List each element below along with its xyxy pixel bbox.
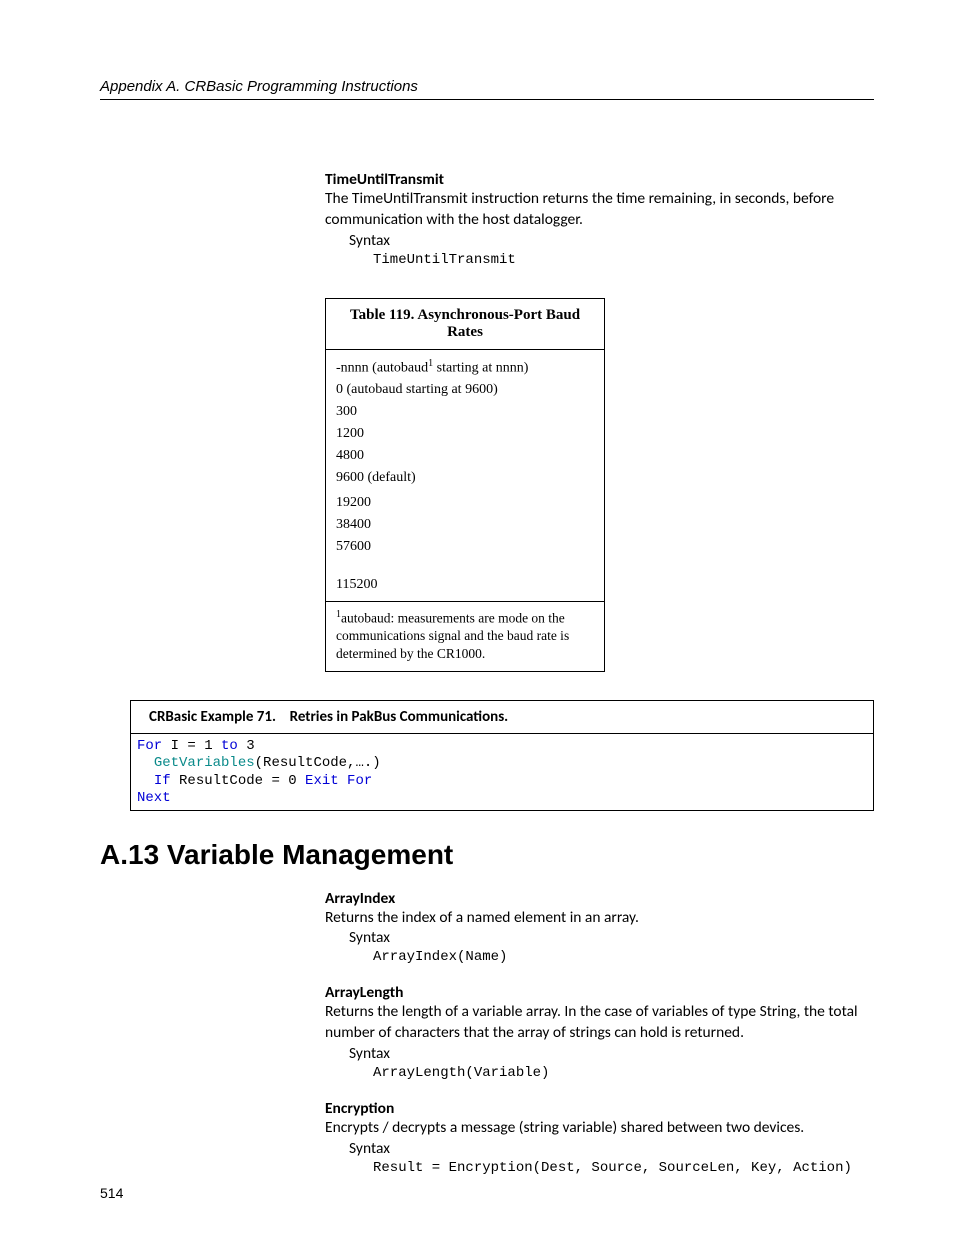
syntax-label: Syntax	[349, 1044, 874, 1065]
page-number: 514	[100, 1185, 123, 1201]
code-text: (ResultCode,….)	[255, 755, 381, 771]
row-text: 0 (autobaud starting at 9600)	[326, 379, 605, 401]
syntax-label: Syntax	[349, 231, 874, 252]
code-keyword: Next	[137, 790, 171, 806]
footnote-text: autobaud: measurements are mode on the c…	[336, 611, 569, 661]
table-row: 4800	[326, 445, 605, 467]
code-keyword: If	[154, 773, 171, 789]
row-text: 115200	[326, 574, 605, 602]
row-text: 4800	[326, 445, 605, 467]
row-text	[326, 558, 605, 574]
page: Appendix A. CRBasic Programming Instruct…	[0, 0, 954, 1235]
baud-rate-table: Table 119. Asynchronous-Port Baud Rates …	[325, 298, 605, 672]
table-row: 300	[326, 401, 605, 423]
table-footnote-row: 1autobaud: measurements are mode on the …	[326, 602, 605, 671]
row-text: -nnnn (autobaud	[336, 360, 428, 375]
row-text: 38400	[326, 514, 605, 536]
example-header: CRBasic Example 71. Retries in PakBus Co…	[131, 701, 873, 734]
table-row: 57600	[326, 536, 605, 558]
syntax-label: Syntax	[349, 928, 874, 949]
table-row: 0 (autobaud starting at 9600)	[326, 379, 605, 401]
table-row: -nnnn (autobaud1 starting at nnnn)	[326, 349, 605, 379]
code-text: ResultCode = 0	[171, 773, 305, 789]
row-text: 1200	[326, 423, 605, 445]
example-code: For I = 1 to 3 GetVariables(ResultCode,……	[131, 734, 873, 810]
content-column: TimeUntilTransmit The TimeUntilTransmit …	[325, 170, 874, 672]
code-keyword: For	[137, 738, 162, 754]
instruction-desc: Returns the length of a variable array. …	[325, 1002, 874, 1044]
table-row: 1200	[326, 423, 605, 445]
syntax-code: Result = Encryption(Dest, Source, Source…	[373, 1160, 874, 1176]
table-row: 19200	[326, 489, 605, 514]
row-text: 9600 (default)	[326, 467, 605, 489]
syntax-code: ArrayLength(Variable)	[373, 1065, 874, 1081]
instruction-title-timeuntiltransmit: TimeUntilTransmit	[325, 170, 874, 189]
syntax-label: Syntax	[349, 1139, 874, 1160]
running-header: Appendix A. CRBasic Programming Instruct…	[100, 78, 874, 100]
crbasic-example-box: CRBasic Example 71. Retries in PakBus Co…	[130, 700, 874, 811]
code-text	[137, 773, 154, 789]
table-row: 9600 (default)	[326, 467, 605, 489]
table-row: 115200	[326, 574, 605, 602]
instruction-title-encryption: Encryption	[325, 1099, 874, 1118]
code-text	[137, 755, 154, 771]
table-row	[326, 558, 605, 574]
instruction-title-arraylength: ArrayLength	[325, 983, 874, 1002]
instruction-desc: The TimeUntilTransmit instruction return…	[325, 189, 874, 231]
code-keyword: Exit For	[305, 773, 372, 789]
code-keyword: to	[221, 738, 238, 754]
row-text: 57600	[326, 536, 605, 558]
table-row: 38400	[326, 514, 605, 536]
example-title: Retries in PakBus Communications.	[290, 708, 509, 726]
row-text: 19200	[326, 489, 605, 514]
row-text: starting at nnnn)	[433, 360, 528, 375]
syntax-code: ArrayIndex(Name)	[373, 949, 874, 965]
content-column: ArrayIndex Returns the index of a named …	[325, 889, 874, 1176]
example-label: CRBasic Example 71.	[149, 708, 276, 726]
code-text: 3	[238, 738, 255, 754]
code-text: I = 1	[162, 738, 221, 754]
code-func: GetVariables	[154, 755, 255, 771]
row-text: 300	[326, 401, 605, 423]
instruction-title-arrayindex: ArrayIndex	[325, 889, 874, 908]
table-caption: Table 119. Asynchronous-Port Baud Rates	[326, 298, 605, 349]
syntax-code: TimeUntilTransmit	[373, 252, 874, 268]
section-heading-a13: A.13 Variable Management	[100, 839, 874, 871]
instruction-desc: Returns the index of a named element in …	[325, 908, 874, 929]
instruction-desc: Encrypts / decrypts a message (string va…	[325, 1118, 874, 1139]
